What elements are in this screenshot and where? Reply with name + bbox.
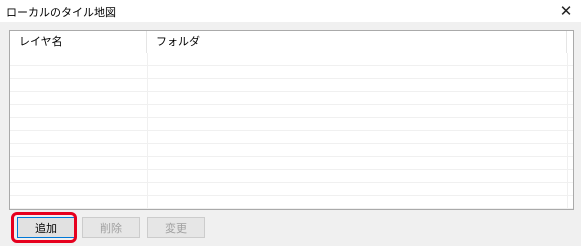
local-tile-map-dialog: ローカルのタイル地図 ✕ レイヤ名 フォルダ 追加 削除 変更 [0,0,581,246]
layer-list[interactable]: レイヤ名 フォルダ [9,30,574,210]
window-title: ローカルのタイル地図 [6,6,116,19]
change-button[interactable]: 変更 [147,217,205,238]
close-button[interactable]: ✕ [551,0,581,22]
title-bar: ローカルのタイル地図 ✕ [0,0,581,22]
column-header-folder[interactable]: フォルダ [147,31,567,53]
column-divider [567,53,568,209]
list-gridlines [10,53,573,209]
add-button-highlight [11,212,77,243]
list-header: レイヤ名 フォルダ [10,31,573,53]
close-icon: ✕ [559,2,573,20]
column-header-layer-name[interactable]: レイヤ名 [10,31,147,53]
column-divider [147,53,148,209]
delete-button[interactable]: 削除 [82,217,140,238]
